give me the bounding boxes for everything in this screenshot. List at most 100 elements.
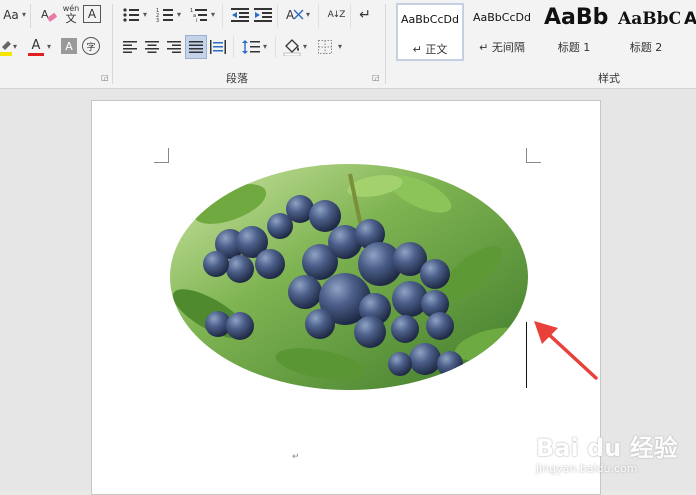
change-case-dropdown-icon[interactable]: ▾ [22,10,26,19]
ribbon: Aa ▾ A wén 文 A ▾ A ▾ A 字 ◲ ▾ 1 2 3 ▾ 1 a… [0,0,696,89]
styles-gallery: AaBbCcDd ↵ 正文 AaBbCcDd ↵ 无间隔 AaBb 标题 1 A… [394,2,696,64]
style-item-no-spacing[interactable]: AaBbCcDd ↵ 无间隔 [468,3,536,61]
phonetic-guide-button[interactable]: wén 文 [62,3,80,25]
crop-mark-top-right [526,148,541,163]
bullets-dropdown-icon[interactable]: ▾ [143,10,147,19]
watermark-text: Bai du 经验 [536,434,678,462]
highlight-color-bar [0,52,12,56]
shading-dropdown-icon[interactable]: ▾ [303,42,307,51]
numbering-dropdown-icon[interactable]: ▾ [177,10,181,19]
align-left-icon [123,41,137,53]
bullets-icon [123,8,139,22]
divider [277,4,278,28]
chinese-layout-dropdown-icon[interactable]: ▾ [306,10,310,19]
divider [222,4,223,28]
group-separator-paragraph [385,4,386,84]
show-hide-marks-button[interactable]: ↵ [356,4,374,26]
paragraph-group-label: 段落 [226,72,248,85]
line-spacing-dropdown-icon[interactable]: ▾ [263,42,267,51]
blueberry-image[interactable] [170,164,528,390]
change-case-label: Aa [3,8,19,22]
style-item-heading-2[interactable]: AaBbC 标题 2 [612,3,680,61]
font-color-dropdown-icon[interactable]: ▾ [47,42,51,51]
crop-mark-top-left [154,148,169,163]
char-shading-button[interactable]: A [61,38,77,54]
divider [275,36,276,58]
chinese-layout-icon: A [286,8,304,22]
font-color-label: A [31,37,41,53]
paragraph-mark-icon: ↵ [359,7,371,23]
multilevel-list-icon: 1 a i [190,8,207,23]
style-sample: A [684,9,696,29]
style-sample: AaBbCcDd [473,11,531,24]
svg-text:i: i [196,18,197,23]
style-item-title[interactable]: A [684,3,696,61]
watermark: Bai du 经验 jingyan.baidu.com [536,428,696,482]
align-center-button[interactable] [142,36,162,58]
multilevel-list-button[interactable]: 1 a i [188,4,210,26]
highlight-dropdown-icon[interactable]: ▾ [13,42,17,51]
align-center-icon [145,41,159,53]
clear-formatting-icon: A [41,8,57,22]
justify-icon [189,41,203,53]
font-color-bar [28,52,44,56]
line-spacing-button[interactable] [240,36,262,58]
style-sample: AaBb [544,5,608,30]
change-case-button[interactable]: Aa [0,4,22,26]
style-name: 标题 1 [557,41,591,54]
paint-bucket-icon [283,39,301,56]
decrease-indent-button[interactable] [229,4,251,26]
increase-indent-icon [254,8,272,22]
increase-indent-button[interactable] [252,4,274,26]
borders-dropdown-icon[interactable]: ▾ [338,42,342,51]
svg-text:A: A [41,8,49,21]
align-left-button[interactable] [120,36,140,58]
char-shading-label: A [65,39,73,53]
numbering-icon: 1 2 3 [156,8,173,23]
style-sample: AaBbC [618,9,680,29]
enclose-char-label: 字 [86,42,96,53]
char-border-label: A [87,7,97,21]
paragraph-mark: ↵ [292,452,300,462]
divider [350,4,351,28]
paragraph-dialog-launcher-icon[interactable]: ◲ [372,74,380,82]
text-cursor [526,322,527,388]
style-item-normal[interactable]: AaBbCcDd ↵ 正文 [396,3,464,61]
font-color-button[interactable]: A [25,36,47,58]
font-dialog-launcher-icon[interactable]: ◲ [101,74,109,82]
style-sample: AaBbCcDd [401,13,459,26]
sort-icon: A↓Z [327,10,346,20]
align-right-icon [167,41,181,53]
highlight-button[interactable] [0,36,12,58]
divider [233,36,234,58]
borders-button[interactable] [315,36,335,58]
group-separator-font [112,4,113,84]
divider [318,4,319,28]
numbering-button[interactable]: 1 2 3 [154,4,176,26]
char-border-button[interactable]: A [83,5,101,23]
clear-formatting-button[interactable]: A [38,4,60,26]
style-item-heading-1[interactable]: AaBb 标题 1 [540,3,608,61]
chinese-layout-button[interactable]: A [284,4,306,26]
svg-text:A: A [286,8,295,22]
divider [30,4,31,28]
justify-button[interactable] [185,35,207,59]
watermark-url: jingyan.baidu.com [536,462,638,475]
sort-button[interactable]: A↓Z [325,4,347,26]
svg-text:3: 3 [156,18,159,23]
bullets-button[interactable] [120,4,142,26]
style-name: ↵ 无间隔 [479,41,525,54]
shading-button[interactable] [282,36,302,58]
blueberry-photo-illustration [170,164,528,390]
phonetic-guide-bottom: 文 [65,11,77,25]
line-spacing-icon [242,40,260,54]
styles-group-label: 样式 [598,72,620,85]
annotation-arrow-icon [534,321,598,380]
enclose-char-button[interactable]: 字 [82,37,100,55]
align-right-button[interactable] [164,36,184,58]
distributed-icon [210,40,226,54]
style-name: 标题 2 [629,41,663,54]
distributed-button[interactable] [208,36,228,58]
highlighter-icon [0,41,12,56]
multilevel-list-dropdown-icon[interactable]: ▾ [211,10,215,19]
